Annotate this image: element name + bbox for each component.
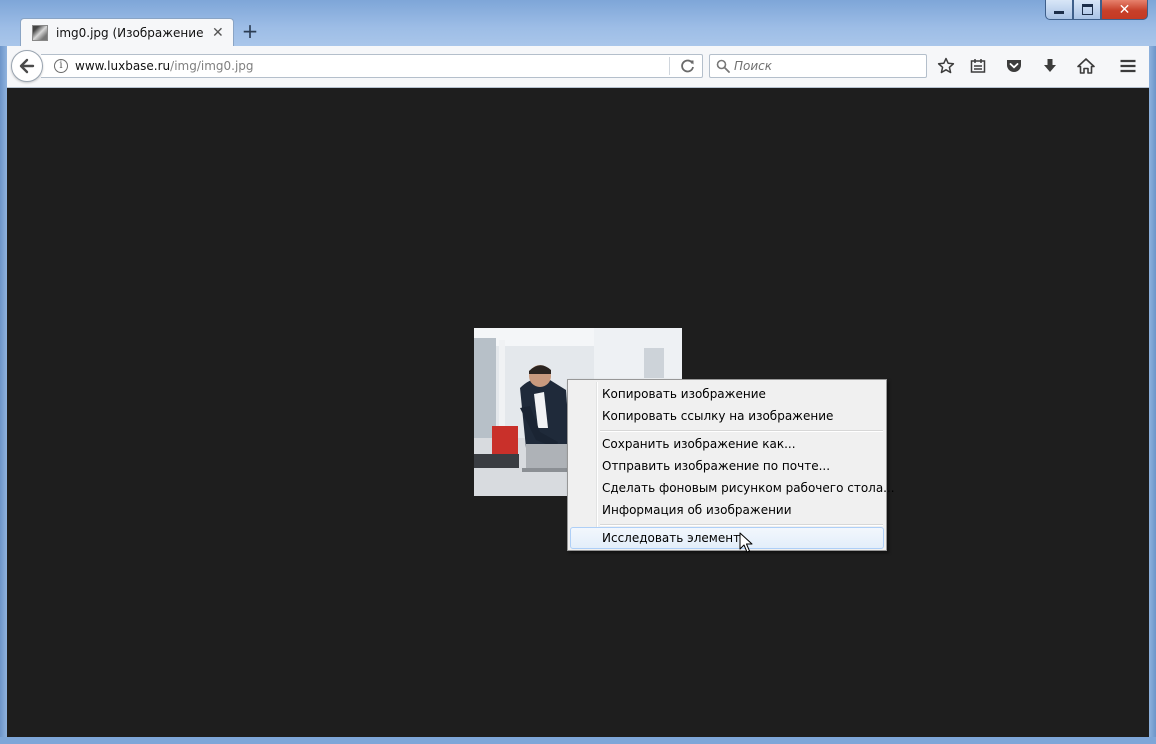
- url-bar[interactable]: i www.luxbase.ru/img/img0.jpg: [41, 54, 703, 78]
- menu-separator: [600, 524, 883, 526]
- bookmark-star-icon: [937, 57, 955, 74]
- info-icon[interactable]: i: [54, 59, 68, 73]
- reading-list-button[interactable]: [968, 56, 988, 76]
- menu-item-copy-image-link[interactable]: Копировать ссылку на изображение: [570, 405, 884, 427]
- window-border-left: [0, 46, 7, 744]
- home-button[interactable]: [1076, 56, 1096, 76]
- back-icon: [19, 58, 35, 74]
- new-tab-button[interactable]: +: [241, 20, 259, 42]
- tab-title: img0.jpg (Изображение J...: [56, 25, 206, 40]
- window-border-bottom: [0, 737, 1156, 744]
- tab-close-icon[interactable]: ✕: [212, 25, 224, 41]
- menu-icon: [1120, 59, 1136, 73]
- home-icon: [1077, 58, 1095, 74]
- download-icon: [1044, 59, 1056, 72]
- menu-item-save-image-as[interactable]: Сохранить изображение как...: [570, 433, 884, 455]
- tab-current[interactable]: img0.jpg (Изображение J... ✕: [20, 18, 234, 46]
- mouse-cursor-icon: [739, 532, 753, 553]
- menu-item-email-image[interactable]: Отправить изображение по почте...: [570, 455, 884, 477]
- minimize-icon: [1054, 11, 1064, 14]
- menu-separator: [600, 430, 883, 432]
- close-icon: ✕: [1118, 1, 1131, 18]
- tab-favicon-icon: [32, 24, 48, 41]
- reload-icon[interactable]: [679, 57, 697, 75]
- search-input[interactable]: [734, 58, 914, 74]
- search-icon: [716, 59, 730, 73]
- context-menu: Копировать изображение Копировать ссылку…: [567, 379, 895, 551]
- minimize-button[interactable]: [1045, 0, 1073, 20]
- menu-item-set-desktop-background[interactable]: Сделать фоновым рисунком рабочего стола.…: [570, 477, 895, 499]
- download-button[interactable]: [1040, 56, 1060, 76]
- menu-button[interactable]: [1118, 56, 1138, 76]
- menu-item-view-image-info[interactable]: Информация об изображении: [570, 499, 884, 521]
- window-border-right: [1149, 46, 1156, 744]
- back-button[interactable]: [11, 50, 43, 82]
- window-controls: ✕: [1045, 0, 1148, 20]
- maximize-icon: [1081, 4, 1093, 15]
- close-window-button[interactable]: ✕: [1101, 0, 1148, 20]
- bookmark-star-button[interactable]: [936, 56, 956, 76]
- menu-item-inspect-element[interactable]: Исследовать элемент: [570, 527, 884, 549]
- maximize-button[interactable]: [1073, 0, 1101, 20]
- menu-item-copy-image[interactable]: Копировать изображение: [570, 383, 884, 405]
- url-text[interactable]: www.luxbase.ru/img/img0.jpg: [75, 59, 254, 73]
- reading-list-icon: [970, 59, 986, 73]
- url-divider: [669, 57, 670, 75]
- search-bar[interactable]: [709, 54, 927, 78]
- pocket-icon: [1007, 60, 1021, 72]
- pocket-button[interactable]: [1004, 56, 1024, 76]
- navigation-toolbar: i www.luxbase.ru/img/img0.jpg: [7, 46, 1149, 88]
